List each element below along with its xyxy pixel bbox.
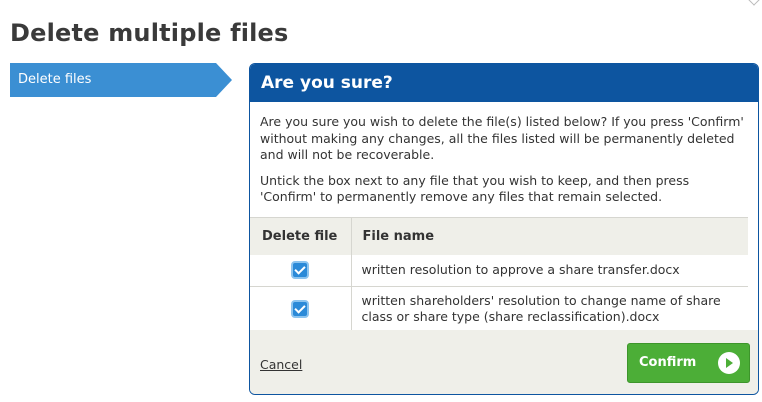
confirm-button[interactable]: Confirm <box>627 343 750 383</box>
files-table: Delete file File name written resolution… <box>250 217 748 332</box>
cancel-link[interactable]: Cancel <box>260 357 302 372</box>
corner-chevron-icon <box>748 0 760 6</box>
page-title: Delete multiple files <box>10 19 289 47</box>
column-header-delete-file: Delete file <box>250 217 352 255</box>
table-row: written shareholders' resolution to chan… <box>250 286 748 332</box>
file-name-cell: written resolution to approve a share tr… <box>351 254 748 287</box>
dialog-body: Are you sure you wish to delete the file… <box>250 102 758 206</box>
arrow-right-circle-icon <box>718 352 740 374</box>
checkbox-cell <box>250 254 352 287</box>
dialog-footer: Cancel Confirm <box>250 330 758 394</box>
confirm-button-label: Confirm <box>639 355 697 370</box>
file-name-cell: written shareholders' resolution to chan… <box>351 286 748 332</box>
table-header-row: Delete file File name <box>250 217 748 255</box>
warning-paragraph: Are you sure you wish to delete the file… <box>260 114 744 162</box>
delete-checkbox[interactable] <box>291 261 310 280</box>
instruction-paragraph: Untick the box next to any file that you… <box>260 172 690 205</box>
confirm-dialog: Are you sure? Are you sure you wish to d… <box>249 63 759 395</box>
column-header-file-name: File name <box>351 217 748 255</box>
dialog-header: Are you sure? <box>250 64 758 102</box>
nav-step-delete-files: Delete files <box>10 63 232 97</box>
delete-checkbox[interactable] <box>291 300 310 318</box>
table-row: written resolution to approve a share tr… <box>250 254 748 287</box>
checkbox-cell <box>250 286 352 332</box>
